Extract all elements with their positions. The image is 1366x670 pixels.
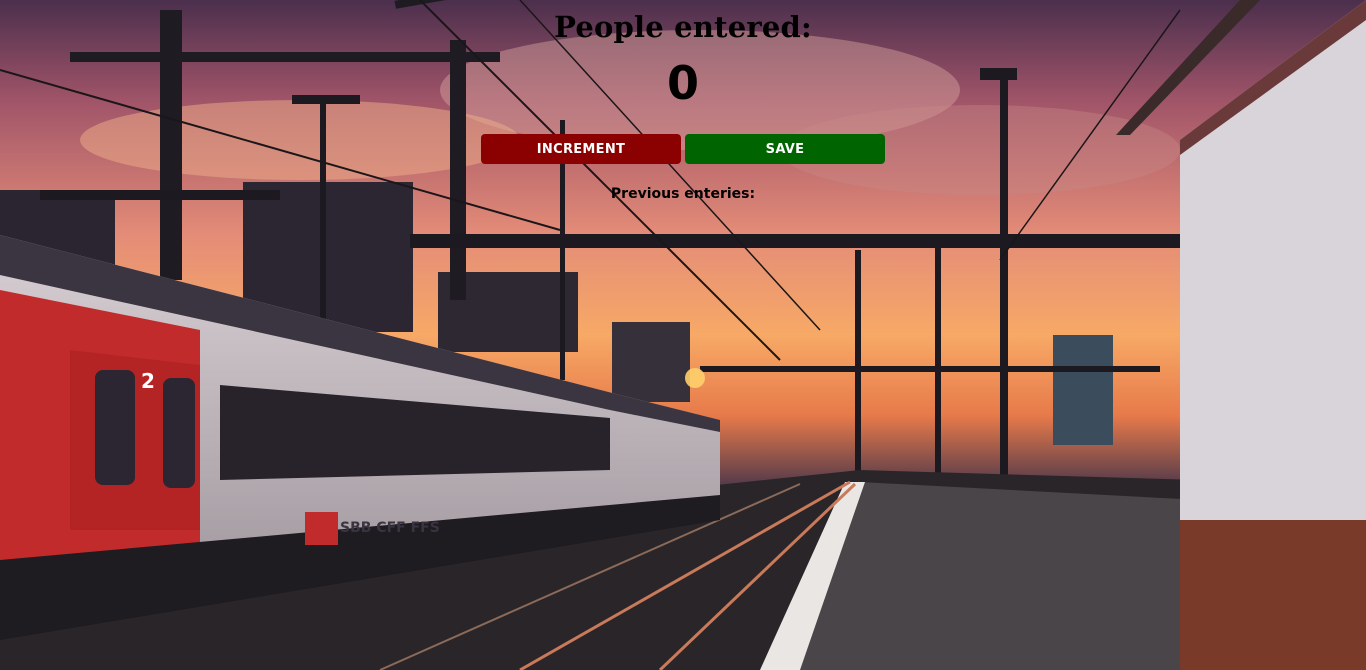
save-button[interactable]: SAVE [685, 134, 885, 164]
increment-button[interactable]: INCREMENT [481, 134, 681, 164]
train-logo-text: SBB CFF FFS [340, 520, 440, 536]
people-count-value: 0 [666, 56, 699, 110]
people-entered-heading: People entered: [554, 10, 812, 44]
previous-entries-label: Previous enteries: [610, 186, 756, 202]
action-buttons: INCREMENT SAVE [481, 134, 885, 164]
train-car-number: 2 [141, 369, 155, 393]
app-root: SBB CFF FFS 2 People entered: 0 INCREMEN… [0, 0, 1366, 670]
